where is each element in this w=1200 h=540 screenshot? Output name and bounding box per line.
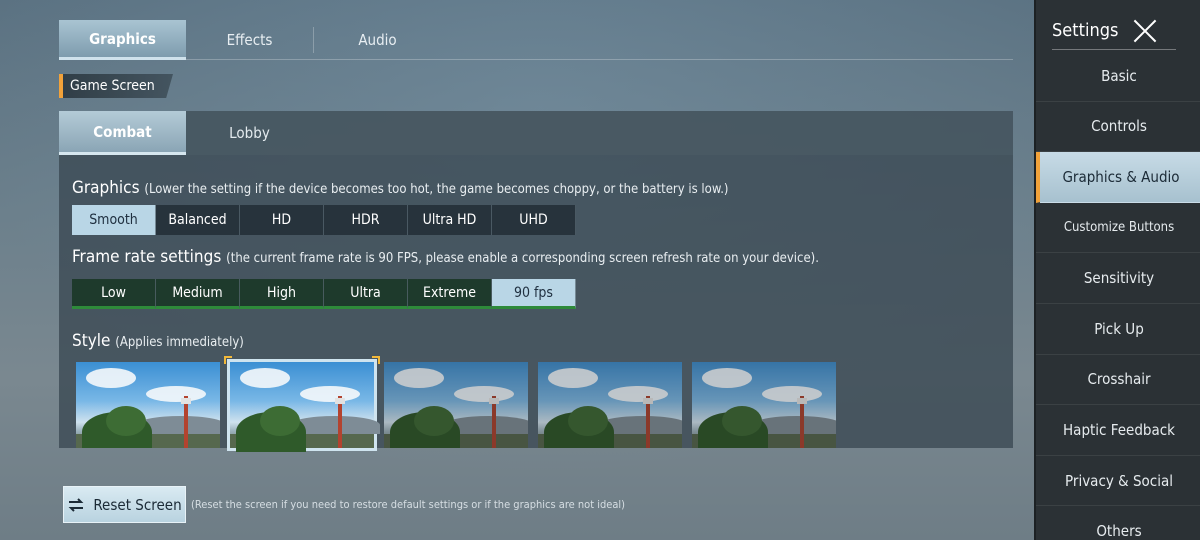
style-thumbnail[interactable] — [224, 356, 380, 452]
sidebar-menu: Basic Controls Graphics & Audio Customize B… — [1036, 51, 1200, 540]
sidebar-item-pick-up[interactable]: Pick Up — [1036, 304, 1200, 355]
close-icon[interactable] — [1132, 18, 1158, 44]
style-thumbnail[interactable] — [692, 362, 836, 448]
sidebar-item-basic[interactable]: Basic — [1036, 51, 1200, 102]
top-tab-bar: Graphics Effects Audio — [59, 20, 1013, 60]
frame-rate-note: (the current frame rate is 90 FPS, pleas… — [226, 251, 819, 266]
graphics-quality-selector: Smooth Balanced HD HDR Ultra HD UHD — [72, 205, 576, 235]
frame-rate-option-medium[interactable]: Medium — [156, 279, 240, 309]
style-thumbnail[interactable] — [384, 362, 528, 448]
settings-sidebar: Settings Basic Controls Graphics & Audio Cu… — [1034, 0, 1200, 540]
style-thumbnail[interactable] — [76, 362, 220, 448]
sidebar-item-controls[interactable]: Controls — [1036, 102, 1200, 153]
graphics-title: Graphics — [72, 178, 140, 198]
style-thumbnail[interactable] — [538, 362, 682, 448]
style-heading: Style (Applies immediately) — [72, 331, 244, 351]
frame-rate-option-90-fps[interactable]: 90 fps — [492, 279, 576, 309]
sidebar-header: Settings — [1052, 12, 1176, 50]
frame-rate-title: Frame rate settings — [72, 247, 222, 267]
graphics-option-hdr[interactable]: HDR — [324, 205, 408, 235]
frame-rate-option-ultra[interactable]: Ultra — [324, 279, 408, 309]
sub-tab-bar: Combat Lobby — [59, 111, 1013, 155]
settings-panel: Combat Lobby Graphics (Lower the setting… — [59, 111, 1013, 452]
sidebar-item-sensitivity[interactable]: Sensitivity — [1036, 253, 1200, 304]
graphics-note: (Lower the setting if the device becomes… — [144, 182, 729, 197]
graphics-option-smooth[interactable]: Smooth — [72, 205, 156, 235]
frame-rate-option-high[interactable]: High — [240, 279, 324, 309]
frame-rate-option-low[interactable]: Low — [72, 279, 156, 309]
graphics-heading: Graphics (Lower the setting if the devic… — [72, 178, 728, 198]
selection-corner — [372, 356, 380, 364]
tab-audio[interactable]: Audio — [314, 20, 441, 60]
graphics-option-hd[interactable]: HD — [240, 205, 324, 235]
frame-rate-selector: Low Medium High Ultra Extreme 90 fps — [72, 279, 576, 309]
sidebar-item-crosshair[interactable]: Crosshair — [1036, 355, 1200, 406]
graphics-option-balanced[interactable]: Balanced — [156, 205, 240, 235]
sidebar-item-others[interactable]: Others — [1036, 506, 1200, 540]
sidebar-item-privacy-and-social[interactable]: Privacy & Social — [1036, 456, 1200, 507]
sidebar-item-haptic-feedback[interactable]: Haptic Feedback — [1036, 405, 1200, 456]
sidebar-item-graphics-and-audio[interactable]: Graphics & Audio — [1036, 152, 1200, 203]
graphics-option-ultra-hd[interactable]: Ultra HD — [408, 205, 492, 235]
sidebar-item-customize-buttons[interactable]: Customize Buttons — [1036, 203, 1200, 254]
tab-effects[interactable]: Effects — [186, 20, 313, 60]
reset-screen-button[interactable]: Reset Screen — [63, 486, 186, 523]
style-title: Style — [72, 331, 111, 351]
reset-screen-note: (Reset the screen if you need to restore… — [191, 498, 626, 511]
tab-graphics[interactable]: Graphics — [59, 20, 186, 60]
swap-icon — [68, 497, 84, 512]
section-label-game-screen: Game Screen — [59, 74, 173, 98]
subtab-combat[interactable]: Combat — [59, 111, 186, 155]
reset-screen-label: Reset Screen — [93, 495, 182, 514]
frame-rate-option-extreme[interactable]: Extreme — [408, 279, 492, 309]
sidebar-title: Settings — [1052, 20, 1119, 41]
style-thumbnails — [76, 356, 836, 452]
selection-corner — [224, 356, 232, 364]
graphics-option-uhd[interactable]: UHD — [492, 205, 576, 235]
style-note: (Applies immediately) — [115, 335, 244, 350]
frame-rate-heading: Frame rate settings (the current frame r… — [72, 247, 819, 267]
subtab-lobby[interactable]: Lobby — [186, 111, 313, 155]
